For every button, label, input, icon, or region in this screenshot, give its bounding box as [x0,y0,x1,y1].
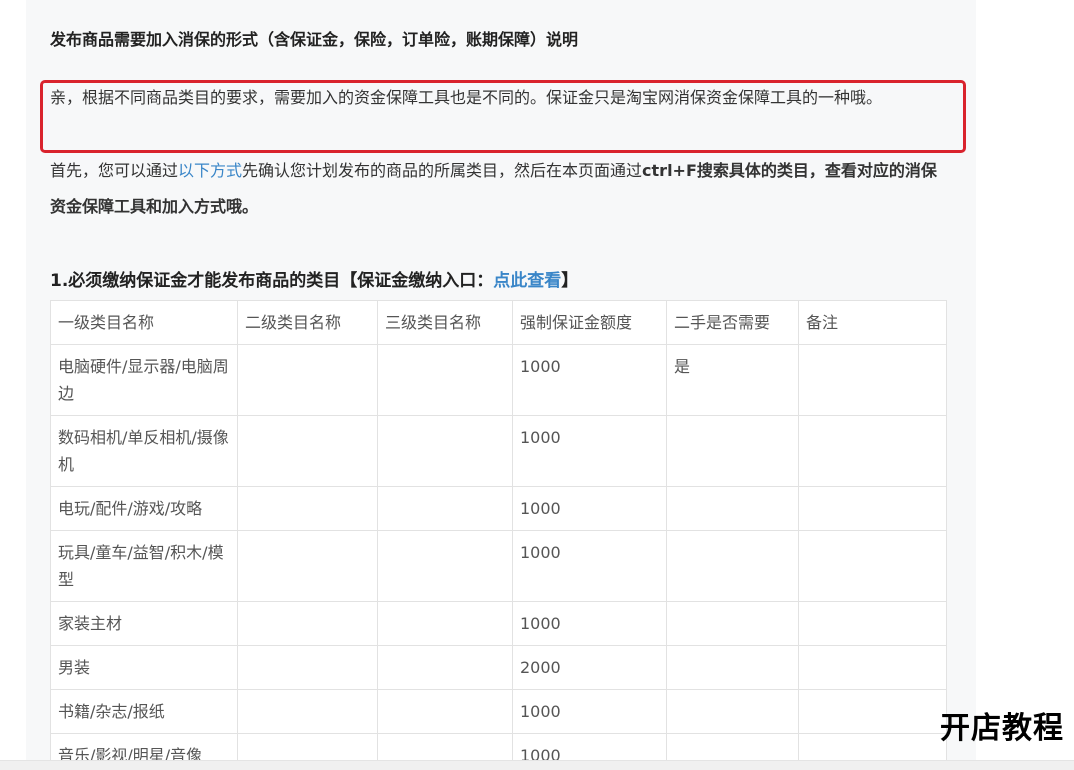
table-cell [237,344,378,416]
article-panel: 发布商品需要加入消保的形式（含保证金，保险，订单险，账期保障）说明 亲，根据不同… [26,0,976,769]
table-cell: 家装主材 [50,601,238,646]
table-cell [377,344,513,416]
table-cell [377,601,513,646]
table-cell [666,645,799,690]
table-cell: 1000 [512,689,667,734]
table-cell [666,689,799,734]
table-cell: 1000 [512,601,667,646]
table-row: 电玩/配件/游戏/攻略 1000 [50,486,947,531]
table-cell [237,530,378,602]
table-cell [377,486,513,531]
table-cell: 1000 [512,415,667,487]
table-row: 书籍/杂志/报纸 1000 [50,689,947,734]
table-cell [237,689,378,734]
table-cell [798,601,947,646]
method-link[interactable]: 以下方式 [178,161,242,180]
table-cell [798,689,947,734]
table-cell [666,415,799,487]
table-cell [798,486,947,531]
table-cell [666,530,799,602]
intro-bold-text: ctrl+F搜索具体的类目，查看对应的 [642,161,905,180]
table-cell [237,601,378,646]
section-heading-prefix: 1.必须缴纳保证金才能发布商品的类目【保证金缴纳入口： [50,271,494,291]
table-cell [377,415,513,487]
table-cell: 1000 [512,530,667,602]
category-table: 一级类目名称 二级类目名称 三级类目名称 强制保证金额度 二手是否需要 备注 电… [50,300,947,769]
section-heading-suffix: 】 [561,271,579,291]
table-row: 家装主材 1000 [50,601,947,646]
right-margin [976,0,1074,769]
highlight-paragraph: 亲，根据不同商品类目的要求，需要加入的资金保障工具也是不同的。保证金只是淘宝网消… [50,88,883,107]
table-cell: 电脑硬件/显示器/电脑周边 [50,344,238,416]
table-cell [237,645,378,690]
table-cell: 1000 [512,344,667,416]
table-cell [237,415,378,487]
table-cell [377,645,513,690]
table-row: 男装 2000 [50,645,947,690]
table-cell [666,486,799,531]
section-heading: 1.必须缴纳保证金才能发布商品的类目【保证金缴纳入口：点此查看】 [50,266,578,291]
table-cell [237,486,378,531]
table-cell: 男装 [50,645,238,690]
table-header-row: 一级类目名称 二级类目名称 三级类目名称 强制保证金额度 二手是否需要 备注 [50,300,947,345]
page-title: 发布商品需要加入消保的形式（含保证金，保险，订单险，账期保障）说明 [50,30,579,49]
table-cell: 电玩/配件/游戏/攻略 [50,486,238,531]
table-cell: 数码相机/单反相机/摄像机 [50,415,238,487]
table-cell [377,689,513,734]
table-row: 数码相机/单反相机/摄像机 1000 [50,415,947,487]
intro-paragraph: 首先，您可以通过以下方式先确认您计划发布的商品的所属类目，然后在本页面通过ctr… [50,153,940,225]
table-cell: 玩具/童车/益智/积木/模型 [50,530,238,602]
deposit-entry-link[interactable]: 点此查看 [493,271,561,291]
table-cell: 1000 [512,486,667,531]
table-cell [798,530,947,602]
table-cell [798,645,947,690]
header-cell: 二手是否需要 [666,300,799,345]
watermark-label: 开店教程 [940,711,1064,746]
table-cell: 2000 [512,645,667,690]
header-cell: 三级类目名称 [377,300,513,345]
table-cell: 是 [666,344,799,416]
intro-text-1: 首先，您可以通过 [50,161,179,180]
header-cell: 一级类目名称 [50,300,238,345]
header-cell: 强制保证金额度 [512,300,667,345]
table-row: 电脑硬件/显示器/电脑周边 1000 是 [50,344,947,416]
table-row: 玩具/童车/益智/积木/模型 1000 [50,530,947,602]
table-cell [798,415,947,487]
header-cell: 二级类目名称 [237,300,378,345]
intro-text-2: 先确认您计划发布的商品的所属类目，然后在本页面通过 [242,161,643,180]
table-cell [666,601,799,646]
table-cell [377,530,513,602]
table-cell: 书籍/杂志/报纸 [50,689,238,734]
table-cell [798,344,947,416]
header-cell: 备注 [798,300,947,345]
